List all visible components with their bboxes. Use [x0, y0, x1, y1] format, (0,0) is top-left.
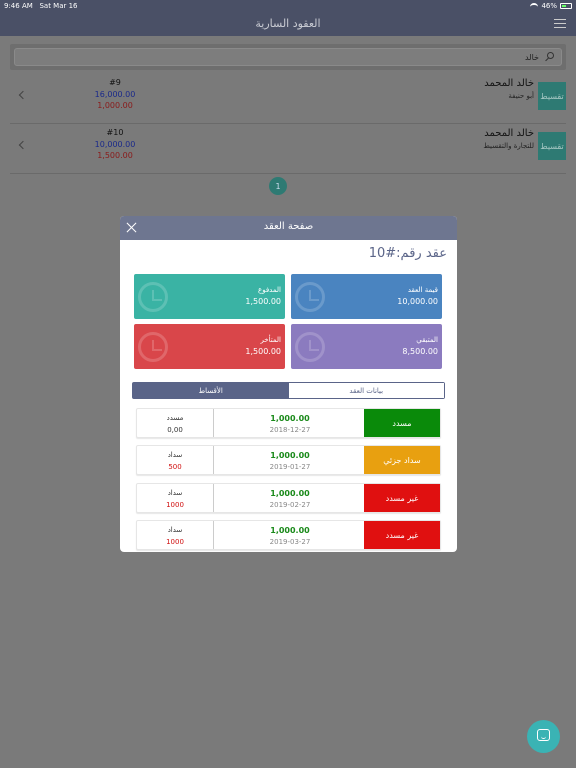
installment-date: 2018-12-27	[269, 426, 311, 434]
pagination-page[interactable]: 1	[269, 177, 287, 195]
chat-button[interactable]	[527, 720, 560, 753]
installment-amount: 1,000.00	[270, 489, 310, 498]
card-value: 8,500.00	[402, 347, 438, 356]
installment-paid-label: سداد	[167, 526, 183, 534]
contract-heading: عقد رقم:#10	[368, 246, 447, 261]
contract-value: 16,000.00	[94, 90, 136, 99]
search-input[interactable]	[14, 48, 562, 66]
installment-paid-label: مسدد	[166, 414, 184, 422]
installment-date: 2019-03-27	[269, 538, 311, 546]
battery-percent: 46%	[541, 2, 557, 10]
installment-row[interactable]: غير مسدد 1,000.00 2019-03-27 سداد 1000	[136, 520, 441, 550]
contract-late-amount: 1,000.00	[97, 101, 133, 110]
installment-paid-value: 0,00	[167, 426, 183, 434]
installment-status-button[interactable]: غير مسدد	[364, 521, 440, 549]
modal-header: صفحة العقد	[120, 216, 457, 240]
card-label: المتأخر	[260, 336, 281, 344]
alarm-clock-icon	[295, 332, 325, 362]
installment-row[interactable]: غير مسدد 1,000.00 2019-02-27 سداد 1000	[136, 483, 441, 513]
alarm-clock-icon	[295, 282, 325, 312]
alarm-clock-icon	[138, 282, 168, 312]
installment-paid-value: 1000	[166, 501, 184, 509]
wifi-icon	[530, 3, 539, 9]
tab-contract-data[interactable]: بيانات العقد	[288, 383, 444, 398]
contract-number: #10	[106, 128, 124, 137]
contract-type-badge: تقسيط	[538, 82, 566, 110]
menu-icon[interactable]	[554, 19, 566, 28]
client-subtitle: أبو حنيفة	[508, 92, 534, 100]
installment-amount: 1,000.00	[270, 451, 310, 460]
installment-paid-value: 1000	[166, 538, 184, 546]
installment-paid-value: 500	[168, 463, 182, 471]
client-subtitle: للتجارة والتقسيط	[483, 142, 534, 150]
installment-row[interactable]: مسدد 1,000.00 2018-12-27 مسدد 0,00	[136, 408, 441, 438]
client-name: خالد المحمد	[484, 78, 534, 89]
status-right: 46%	[530, 2, 572, 10]
divider	[213, 446, 214, 474]
status-date: Sat Mar 16	[39, 2, 78, 10]
modal-tabs: الأقساط بيانات العقد	[132, 382, 445, 399]
paid-card: المدفوع 1,500.00	[134, 274, 285, 319]
battery-icon	[560, 3, 572, 9]
tab-installments[interactable]: الأقساط	[133, 383, 289, 398]
card-value: 10,000.00	[397, 297, 438, 306]
status-time: 9:46 AM	[4, 2, 33, 10]
contract-value-card: قيمة العقد 10,000.00	[291, 274, 442, 319]
page-title: العقود السارية	[255, 17, 321, 30]
divider	[213, 521, 214, 549]
chevron-left-icon[interactable]	[18, 90, 28, 100]
divider	[213, 409, 214, 437]
status-time-date: 9:46 AM Sat Mar 16	[4, 2, 78, 10]
installment-amount: 1,000.00	[270, 414, 310, 423]
contract-number: #9	[109, 78, 121, 87]
alarm-clock-icon	[138, 332, 168, 362]
card-label: المتبقي	[416, 336, 438, 344]
installment-paid-label: سداد	[167, 489, 183, 497]
modal-title: صفحة العقد	[263, 221, 314, 232]
card-value: 1,500.00	[245, 347, 281, 356]
status-bar: 9:46 AM Sat Mar 16 46%	[0, 0, 576, 12]
late-card: المتأخر 1,500.00	[134, 324, 285, 369]
card-label: المدفوع	[258, 286, 281, 294]
card-value: 1,500.00	[245, 297, 281, 306]
search-icon[interactable]	[547, 52, 554, 59]
installment-status-button[interactable]: سداد جزئي	[364, 446, 440, 474]
contract-row[interactable]: تقسيط خالد المحمد أبو حنيفة #9 16,000.00…	[10, 76, 566, 124]
installment-paid-label: سداد	[167, 451, 183, 459]
contract-type-badge: تقسيط	[538, 132, 566, 160]
contract-modal: صفحة العقد عقد رقم:#10 قيمة العقد 10,000…	[120, 216, 457, 552]
installment-date: 2019-01-27	[269, 463, 311, 471]
nav-bar: العقود السارية	[0, 12, 576, 36]
chat-icon	[537, 729, 550, 741]
installment-amount: 1,000.00	[270, 526, 310, 535]
installment-status-button[interactable]: مسدد	[364, 409, 440, 437]
chevron-left-icon[interactable]	[18, 140, 28, 150]
contract-value: 10,000.00	[94, 140, 136, 149]
divider	[213, 484, 214, 512]
close-icon[interactable]	[126, 222, 137, 233]
remaining-card: المتبقي 8,500.00	[291, 324, 442, 369]
card-label: قيمة العقد	[407, 286, 438, 294]
search-bar	[10, 44, 566, 70]
contract-row[interactable]: تقسيط خالد المحمد للتجارة والتقسيط #10 1…	[10, 126, 566, 174]
installment-row[interactable]: سداد جزئي 1,000.00 2019-01-27 سداد 500	[136, 445, 441, 475]
installment-date: 2019-02-27	[269, 501, 311, 509]
contract-late-amount: 1,500.00	[97, 151, 133, 160]
installment-status-button[interactable]: غير مسدد	[364, 484, 440, 512]
client-name: خالد المحمد	[484, 128, 534, 139]
